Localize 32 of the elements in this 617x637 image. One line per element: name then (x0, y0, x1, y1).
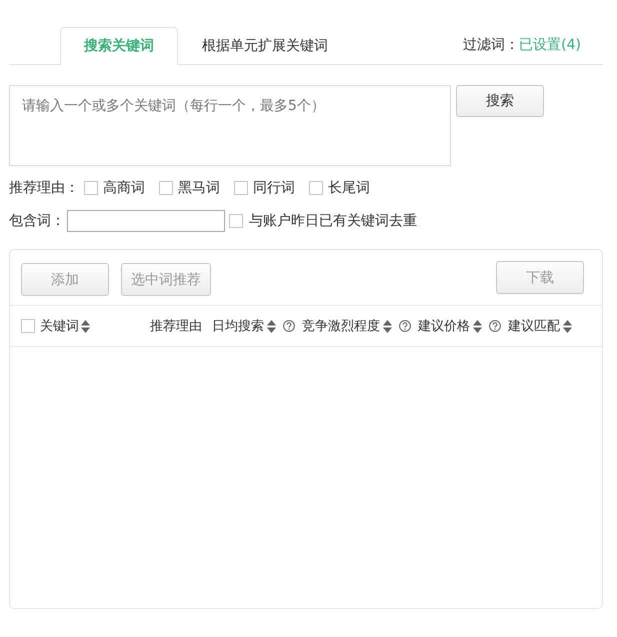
select-all-checkbox[interactable] (21, 319, 35, 333)
column-header[interactable]: 建议匹配 (508, 317, 560, 335)
search-button[interactable]: 搜索 (456, 85, 544, 117)
help-icon[interactable] (489, 320, 501, 332)
tab[interactable]: 根据单元扩展关键词 (178, 27, 352, 64)
checkbox[interactable] (84, 181, 98, 195)
checkbox[interactable] (229, 214, 243, 228)
column-header[interactable]: 关键词 (40, 317, 79, 335)
checkbox[interactable] (234, 181, 248, 195)
sort-icon[interactable] (267, 320, 276, 332)
sort-icon[interactable] (473, 320, 482, 332)
help-icon[interactable] (283, 320, 295, 332)
sort-icon[interactable] (563, 320, 572, 332)
checkbox-label[interactable]: 高商词 (103, 179, 145, 197)
column-header[interactable]: 日均搜索 (212, 317, 264, 335)
sort-icon[interactable] (81, 320, 90, 332)
reason-label: 推荐理由： (9, 179, 79, 197)
filter-label: 过滤词： (463, 37, 520, 53)
keyword-textarea[interactable]: 请输入一个或多个关键词（每行一个，最多5个） (9, 85, 451, 166)
checkbox[interactable] (309, 181, 323, 195)
checkbox-label[interactable]: 黑马词 (178, 179, 220, 197)
include-label: 包含词： (9, 212, 65, 230)
column-header[interactable]: 竞争激烈程度 (302, 317, 380, 335)
include-input[interactable] (67, 210, 225, 232)
checkbox-label[interactable]: 与账户昨日已有关键词去重 (249, 212, 417, 230)
checkbox-label[interactable]: 同行词 (253, 179, 295, 197)
column-header[interactable]: 建议价格 (418, 317, 470, 335)
help-icon[interactable] (399, 320, 411, 332)
checkbox[interactable] (159, 181, 173, 195)
checkbox-label[interactable]: 长尾词 (328, 179, 370, 197)
sort-icon[interactable] (383, 320, 392, 332)
column-header: 推荐理由 (150, 318, 202, 335)
